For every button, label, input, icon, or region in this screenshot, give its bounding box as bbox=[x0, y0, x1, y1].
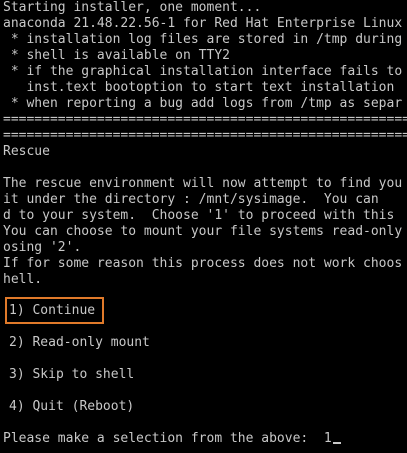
info-bullet-line: * when reporting a bug add logs from /tm… bbox=[3, 96, 403, 111]
rescue-message-line: it under the directory : /mnt/sysimage. … bbox=[3, 192, 379, 207]
option-continue[interactable]: 1) Continue bbox=[9, 303, 95, 319]
option-read-only-mount[interactable]: 2) Read-only mount bbox=[9, 335, 150, 351]
separator-line: ========================================… bbox=[3, 128, 407, 143]
info-bullet-line: * installation log files are stored in /… bbox=[3, 32, 403, 47]
prompt-label: Please make a selection from the above: bbox=[3, 431, 324, 446]
separator-line: ========================================… bbox=[3, 112, 407, 127]
info-bullet-line: * shell is available on TTY2 bbox=[3, 48, 230, 63]
option-quit-reboot[interactable]: 4) Quit (Reboot) bbox=[9, 399, 134, 415]
rescue-heading: Rescue bbox=[3, 144, 50, 159]
rescue-message-line: d to your system. Choose '1' to proceed … bbox=[3, 208, 395, 223]
rescue-message-line: osing '2'. bbox=[3, 240, 82, 255]
text-cursor bbox=[332, 442, 341, 444]
rescue-message-line: hell. bbox=[3, 272, 43, 287]
info-bullet-line: inst.text bootoption to start text insta… bbox=[3, 80, 395, 95]
rescue-message-line: The rescue environment will now attempt … bbox=[3, 176, 403, 191]
rescue-message-line: If for some reason this process does not… bbox=[3, 256, 403, 271]
boot-status-line: Starting installer, one moment... bbox=[3, 0, 262, 15]
anaconda-version-line: anaconda 21.48.22.56-1 for Red Hat Enter… bbox=[3, 16, 403, 31]
selection-prompt[interactable]: Please make a selection from the above: … bbox=[3, 431, 341, 447]
terminal-console[interactable]: Starting installer, one moment... anacon… bbox=[0, 0, 407, 453]
option-skip-to-shell[interactable]: 3) Skip to shell bbox=[9, 367, 134, 383]
info-bullet-line: * if the graphical installation interfac… bbox=[3, 64, 403, 79]
rescue-message-line: You can choose to mount your file system… bbox=[3, 224, 403, 239]
prompt-input-value[interactable]: 1 bbox=[324, 431, 332, 446]
